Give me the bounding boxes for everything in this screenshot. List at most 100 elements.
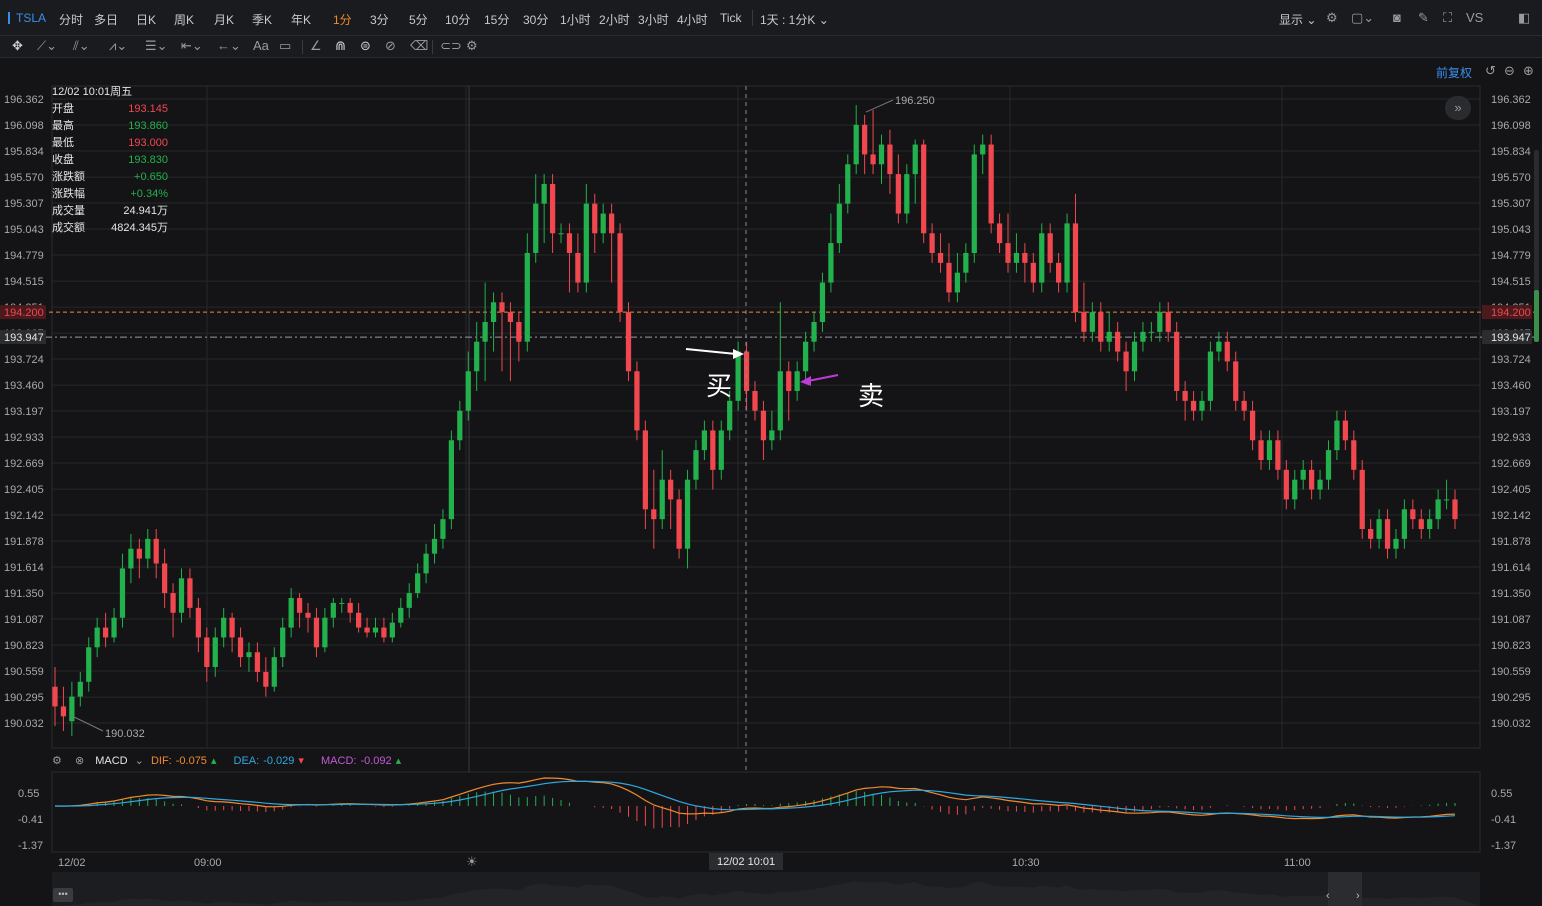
- period-tab[interactable]: Tick: [720, 11, 742, 25]
- candle-body: [870, 154, 876, 165]
- magnet-icon[interactable]: ⋒: [335, 39, 346, 53]
- note-tool-icon[interactable]: ▭: [279, 39, 291, 53]
- divider: [432, 40, 433, 54]
- drawing-settings-icon[interactable]: ⚙: [466, 39, 478, 53]
- period-tab[interactable]: 3小时: [638, 11, 669, 28]
- candle-body: [94, 627, 100, 648]
- candle-body: [288, 598, 294, 628]
- period-tab[interactable]: 多日: [94, 11, 118, 28]
- low-price-label: 190.032: [105, 728, 145, 740]
- period-tab[interactable]: 10分: [445, 11, 470, 28]
- candle-body: [1384, 519, 1391, 549]
- candle-body: [1342, 420, 1348, 441]
- range-selector[interactable]: 1天 : 1分K ⌄: [760, 11, 829, 28]
- candle-body: [372, 627, 379, 633]
- period-tab[interactable]: 1小时: [560, 11, 591, 28]
- y-tick-label: 190.823: [4, 640, 44, 652]
- reset-icon[interactable]: ↺: [1485, 64, 1496, 78]
- fullscreen-icon[interactable]: ⛶: [1443, 11, 1452, 25]
- link-icon[interactable]: ⊂⊃: [440, 39, 462, 53]
- lock-drawing-icon[interactable]: ⊜: [360, 39, 371, 53]
- y-tick-label-right: 191.350: [1491, 588, 1531, 600]
- candle-body: [119, 568, 126, 618]
- compare-button[interactable]: VS: [1466, 11, 1483, 25]
- period-tab[interactable]: 年K: [291, 11, 311, 28]
- display-menu[interactable]: 显示 ⌄: [1279, 11, 1316, 28]
- scroll-right-button[interactable]: »: [1445, 96, 1471, 120]
- trash-icon[interactable]: ⌫: [410, 39, 428, 53]
- candle-body: [499, 302, 505, 313]
- channel-tool-icon[interactable]: ⫽⌄: [73, 39, 90, 53]
- y-tick-label: 196.362: [4, 94, 44, 106]
- measure-tool-icon[interactable]: ⇤⌄: [181, 39, 203, 53]
- adjust-mode-button[interactable]: 前复权: [1436, 64, 1472, 81]
- y-tick-label-right: 192.933: [1491, 432, 1531, 444]
- candle-body: [1039, 233, 1045, 283]
- sell-annotation: 卖: [858, 381, 885, 411]
- period-tab[interactable]: 30分: [523, 11, 548, 28]
- period-tab[interactable]: 4小时: [677, 11, 708, 28]
- chevron-down-icon[interactable]: ⌄: [135, 755, 144, 767]
- period-tab[interactable]: 15分: [484, 11, 509, 28]
- y-tick-label-right: 190.032: [1491, 718, 1531, 730]
- move-icon[interactable]: ✥: [12, 39, 23, 53]
- candle-body: [1013, 252, 1020, 263]
- period-tab[interactable]: 2小时: [599, 11, 630, 28]
- period-tab[interactable]: 周K: [174, 11, 194, 28]
- zoom-out-icon[interactable]: ⊖: [1504, 64, 1515, 78]
- candle-body: [1174, 331, 1180, 391]
- candle-body: [136, 548, 142, 559]
- dea-value: -0.029: [263, 755, 295, 767]
- hide-drawing-icon[interactable]: ⊘: [385, 39, 396, 53]
- period-tab[interactable]: 日K: [136, 11, 156, 28]
- candle-body: [887, 144, 893, 175]
- info-rows: 开盘 193.145 最高 193.860 最低 193.000 收盘 193.830 涨跌额 +…: [52, 101, 168, 237]
- zoom-in-icon[interactable]: ⊕: [1523, 64, 1534, 78]
- fib-tool-icon[interactable]: ☰⌄: [145, 39, 168, 53]
- candle-body: [1064, 223, 1070, 283]
- line-tool-icon[interactable]: ⟋⌄: [37, 39, 57, 53]
- layout-icon[interactable]: ▢⌄: [1351, 11, 1374, 25]
- ruler-icon[interactable]: ∠: [310, 39, 322, 53]
- close-icon[interactable]: ⊗: [75, 755, 84, 767]
- arrow-tool-icon[interactable]: ←⌄: [217, 39, 241, 53]
- chart-canvas[interactable]: 196.362 196.362 196.098 196.098 195.834 195.8…: [0, 58, 1542, 906]
- candle-body: [507, 312, 514, 322]
- period-tab[interactable]: 月K: [214, 11, 234, 28]
- candle-body: [145, 538, 151, 559]
- period-tab[interactable]: 季K: [252, 11, 272, 28]
- period-tab[interactable]: 5分: [409, 11, 428, 28]
- pencil-icon[interactable]: ✎: [1418, 11, 1429, 25]
- sidebar-toggle-icon[interactable]: ◧: [1518, 11, 1530, 25]
- more-button[interactable]: •••: [53, 888, 73, 902]
- y-tick-label-right: 191.087: [1491, 614, 1531, 626]
- candle-body: [828, 243, 834, 283]
- wave-tool-icon[interactable]: ⩘⌄: [109, 39, 127, 53]
- info-value: +0.34%: [130, 188, 168, 200]
- period-tab[interactable]: 分时: [59, 11, 83, 28]
- period-tab[interactable]: 1分: [333, 11, 352, 28]
- indicator-name[interactable]: MACD: [95, 755, 127, 767]
- symbol-label[interactable]: TSLA: [8, 11, 46, 25]
- info-row: 成交量 24.941万: [52, 203, 168, 220]
- y-tick-label-right: 193.724: [1491, 354, 1531, 366]
- info-value: 193.860: [128, 120, 168, 132]
- candle-body: [1056, 262, 1062, 283]
- candle-body: [710, 430, 716, 470]
- text-tool-icon[interactable]: Aa: [253, 39, 269, 53]
- camera-icon[interactable]: ◙: [1393, 11, 1401, 25]
- period-tab[interactable]: 3分: [370, 11, 389, 28]
- y-tick-label: 192.142: [4, 510, 44, 522]
- y-tick-label-right: 190.295: [1491, 692, 1531, 704]
- dif-label: DIF:: [150, 755, 172, 767]
- down-arrow-icon: ▾: [298, 755, 304, 767]
- symbol-marker: [8, 12, 10, 24]
- y-tick-label-right: 195.570: [1491, 172, 1531, 184]
- candle-body: [566, 233, 573, 253]
- gear-icon[interactable]: ⚙: [1326, 11, 1338, 25]
- candle-body: [1443, 499, 1450, 501]
- candle-body: [111, 617, 117, 638]
- candle-body: [1157, 312, 1163, 332]
- y-tick-label-right: 195.307: [1491, 198, 1531, 210]
- gear-icon[interactable]: ⚙: [52, 755, 62, 767]
